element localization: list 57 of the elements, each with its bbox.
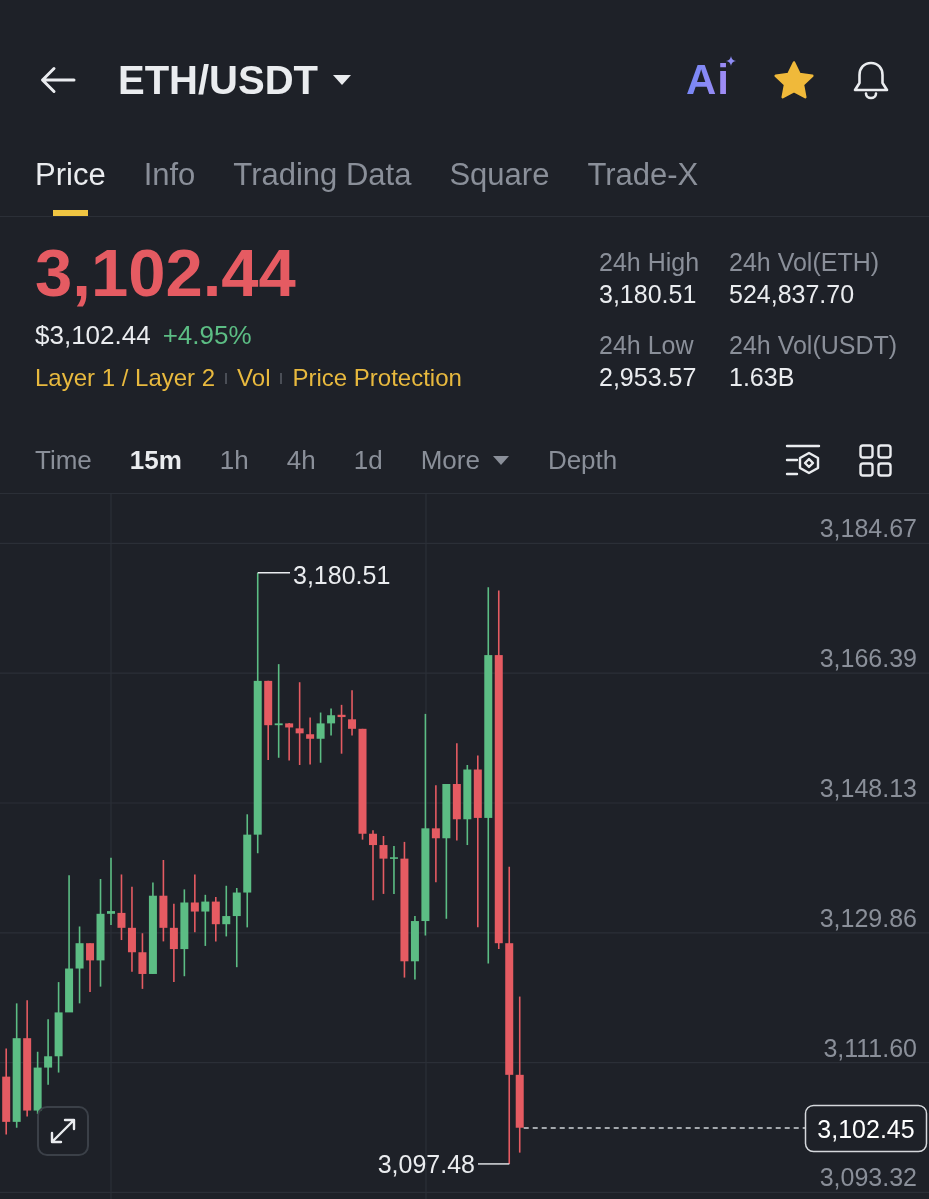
tag-link[interactable]: Layer 1 / Layer 2 xyxy=(35,364,216,392)
stat-value: 1.63B xyxy=(729,362,796,393)
stat-value: 524,837.70 xyxy=(729,279,856,310)
caret-down-icon xyxy=(332,74,352,86)
interval-tab[interactable]: 4h xyxy=(286,444,316,476)
candlestick xyxy=(107,856,115,926)
bell-icon[interactable] xyxy=(852,60,890,100)
star-icon[interactable] xyxy=(774,61,814,99)
candlestick xyxy=(211,896,220,943)
stat-label: 24h Vol(USDT) xyxy=(729,330,899,361)
candlestick xyxy=(316,711,325,764)
price-axis-label: 3,093.32 xyxy=(819,1163,917,1192)
price-axis-label: 3,111.60 xyxy=(823,1033,917,1062)
price-axis-label: 3,148.13 xyxy=(819,774,917,802)
candlestick xyxy=(379,835,388,895)
candlestick xyxy=(389,845,398,895)
leader-line xyxy=(477,1163,510,1165)
pair-selector[interactable]: ETH/USDT xyxy=(118,56,352,104)
price-axis-label: 3,184.67 xyxy=(819,514,917,543)
fiat-price: $3,102.44 xyxy=(35,320,151,350)
leader-line xyxy=(257,572,291,574)
interval-tab[interactable]: 1d xyxy=(353,444,383,476)
stat-value: 3,180.51 xyxy=(599,279,698,310)
stat-label: 24h Low xyxy=(599,330,695,361)
tab[interactable]: Trading Data xyxy=(233,140,412,216)
candlestick xyxy=(201,894,210,947)
last-price: 3,102.44 xyxy=(35,239,296,306)
tag-link[interactable]: Price Protection xyxy=(292,364,462,392)
price-axis-label: 3,129.86 xyxy=(819,903,917,932)
candlestick xyxy=(117,873,126,941)
lines-hexagon-icon[interactable] xyxy=(785,443,821,477)
stat-label: 24h High xyxy=(599,247,701,278)
stat-value: 2,953.57 xyxy=(599,362,698,393)
back-arrow-icon[interactable] xyxy=(40,66,76,94)
tab[interactable]: Trade-X xyxy=(587,140,699,216)
price-change: +4.95% xyxy=(162,320,252,350)
expand-icon xyxy=(49,1117,77,1145)
sparkle-icon xyxy=(726,56,736,66)
stat-label: 24h Vol(ETH) xyxy=(729,247,881,278)
tab[interactable]: Price xyxy=(35,140,106,216)
low-price-label: 3,097.48 xyxy=(377,1150,475,1178)
tag-link[interactable]: Vol xyxy=(237,364,271,392)
interval-tab[interactable]: 15m xyxy=(129,444,182,476)
interval-tab[interactable]: Time xyxy=(35,444,92,476)
interval-tab[interactable]: Depth xyxy=(547,444,618,476)
tab[interactable]: Square xyxy=(449,140,550,216)
price-axis-label: 3,166.39 xyxy=(819,644,917,673)
candlestick xyxy=(44,1018,53,1086)
interval-tab[interactable]: 1h xyxy=(219,444,249,476)
tab[interactable]: Info xyxy=(143,140,196,216)
caret-down-icon xyxy=(491,454,510,466)
high-price-label: 3,180.51 xyxy=(293,561,391,589)
grid-icon[interactable] xyxy=(859,443,892,477)
candlestick xyxy=(306,716,315,766)
expand-button[interactable] xyxy=(37,1106,89,1156)
more-dropdown[interactable]: More xyxy=(420,444,510,476)
last-price-label: 3,102.45 xyxy=(804,1104,928,1153)
